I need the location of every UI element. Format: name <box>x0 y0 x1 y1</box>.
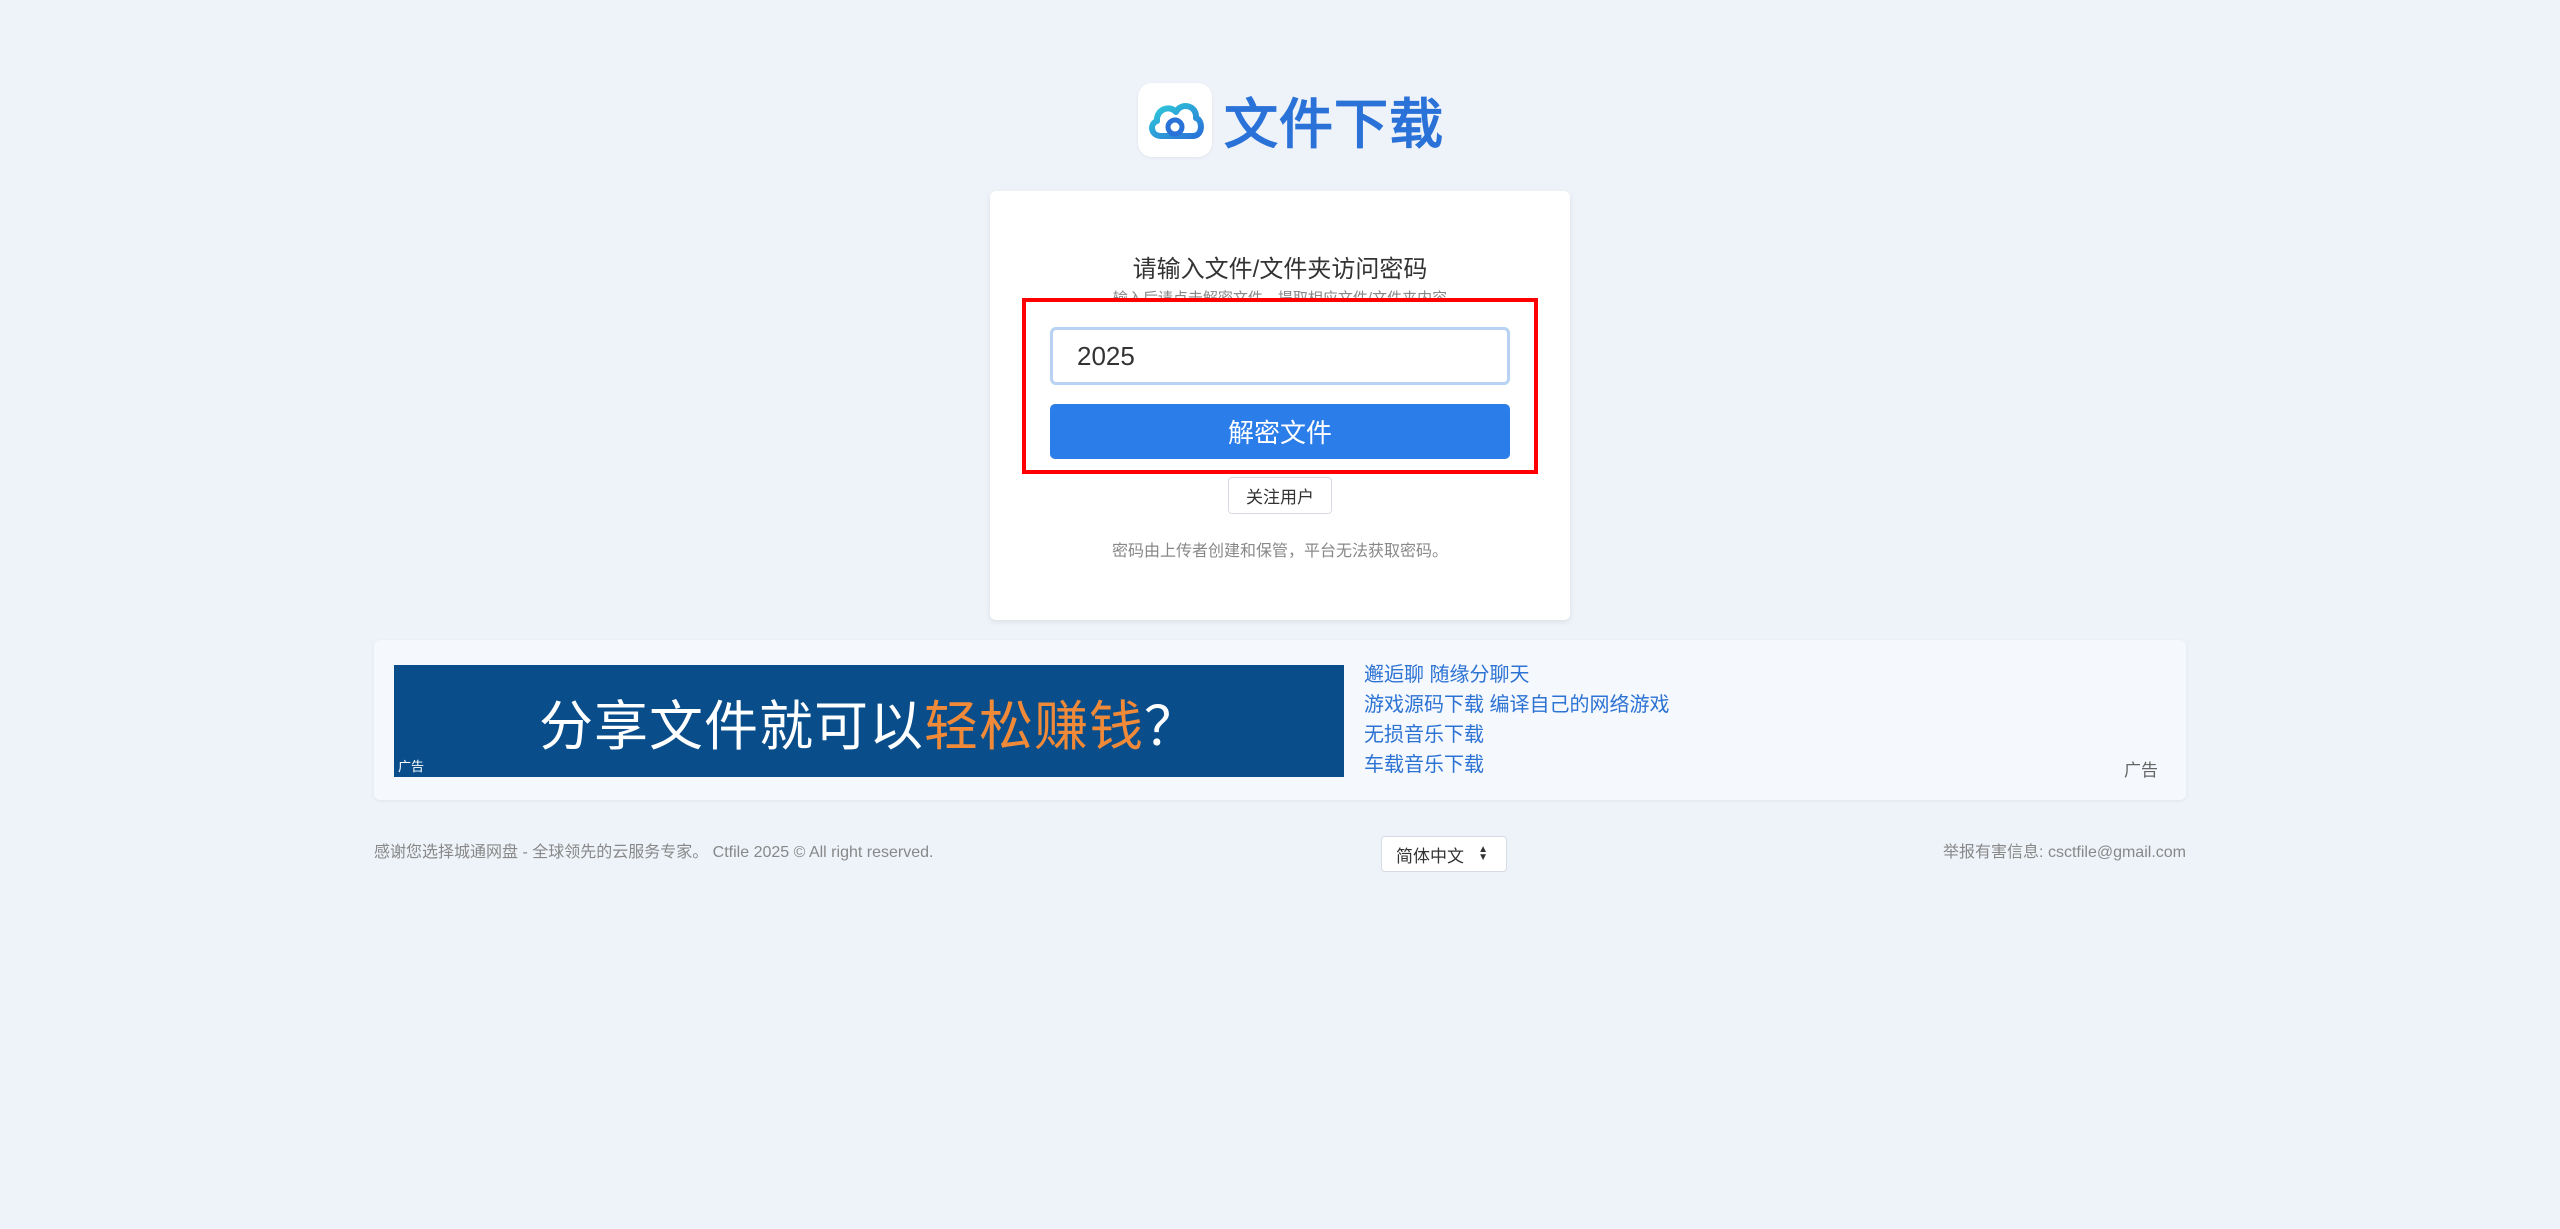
ad-banner[interactable]: 分享文件就可以轻松赚钱？ 广告 <box>394 665 1344 777</box>
password-note: 密码由上传者创建和保管，平台无法获取密码。 <box>1111 543 1448 560</box>
language-value: 简体中文 <box>1396 846 1464 866</box>
ad-link-list: 邂逅聊 随缘分聊天 游戏源码下载 编译自己的网络游戏 无损音乐下载 车载音乐下载 <box>1364 660 1670 780</box>
ad-section: 分享文件就可以轻松赚钱？ 广告 邂逅聊 随缘分聊天 游戏源码下载 编译自己的网络… <box>374 640 2186 800</box>
ad-banner-tag: 广告 <box>398 759 425 774</box>
ad-link[interactable]: 无损音乐下载 <box>1364 720 1670 750</box>
ad-banner-text-accent: 轻松赚钱 <box>924 696 1144 757</box>
ad-banner-text: 分享文件就可以轻松赚钱？ <box>539 682 1199 761</box>
card-title: 请输入文件/文件夹访问密码 <box>1132 256 1428 283</box>
footer-copyright: 感谢您选择城通网盘 - 全球领先的云服务专家。 Ctfile 2025 © Al… <box>374 844 934 861</box>
cloud-icon <box>1138 82 1212 157</box>
ad-label: 广告 <box>2124 761 2158 780</box>
ad-link[interactable]: 邂逅聊 随缘分聊天 <box>1364 660 1670 690</box>
ad-link[interactable]: 车载音乐下载 <box>1364 750 1670 780</box>
language-select[interactable]: 简体中文 ▲ ▼ <box>1381 836 1507 872</box>
ad-link[interactable]: 游戏源码下载 编译自己的网络游戏 <box>1364 690 1670 720</box>
follow-user-button[interactable]: 关注用户 <box>1228 477 1332 514</box>
select-arrows-icon: ▲ ▼ <box>1478 844 1488 863</box>
ad-banner-text-main: 分享文件就可以 <box>539 696 924 757</box>
site-logo: 文件下载 <box>1138 80 1444 159</box>
page-title: 文件下载 <box>1224 95 1444 155</box>
password-card: 请输入文件/文件夹访问密码 输入后请点击解密文件，提取相应文件/文件夹内容 解密… <box>990 191 1570 620</box>
ad-banner-text-end: ？ <box>1144 696 1199 757</box>
footer-report: 举报有害信息: csctfile@gmail.com <box>1943 844 2186 861</box>
decrypt-button[interactable]: 解密文件 <box>1050 404 1510 459</box>
password-input[interactable] <box>1050 327 1510 385</box>
